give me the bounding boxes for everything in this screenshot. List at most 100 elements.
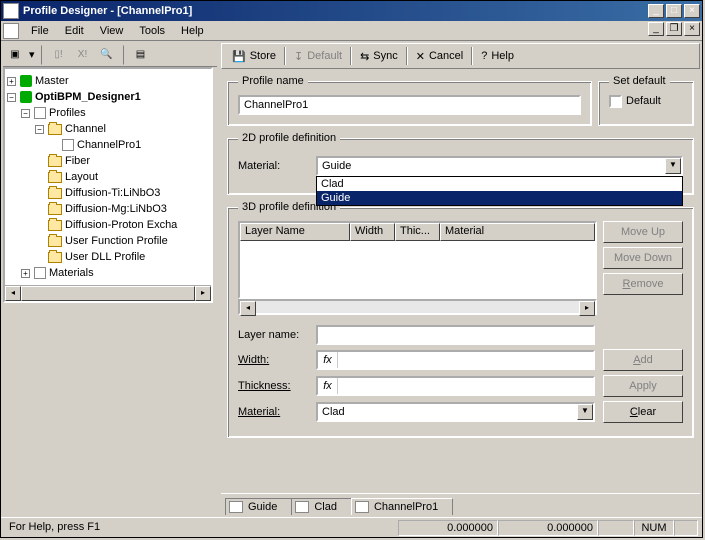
status-num: NUM: [634, 520, 674, 536]
mdi-close-button[interactable]: ×: [684, 22, 700, 36]
tab-clad[interactable]: Clad: [291, 498, 352, 515]
material-value: Guide: [322, 160, 351, 172]
set-default-group: Set default Default: [598, 75, 694, 126]
mdi-restore-button[interactable]: ❐: [666, 22, 682, 36]
folder-icon: [48, 252, 62, 263]
default-checkbox-label[interactable]: Default: [609, 95, 661, 107]
tree-udll[interactable]: User DLL Profile: [65, 251, 145, 263]
sync-button[interactable]: ⇆Sync: [354, 48, 404, 65]
material-label: Material:: [238, 160, 308, 172]
default-button[interactable]: ↧Default: [288, 48, 348, 65]
expander-icon[interactable]: +: [21, 269, 30, 278]
scroll-left-icon[interactable]: ◂: [5, 286, 21, 301]
default-icon: ↧: [294, 50, 303, 63]
material2-combo[interactable]: Clad ▼: [316, 402, 595, 422]
doc-icon: [3, 23, 19, 39]
material-option-clad[interactable]: Clad: [317, 177, 682, 191]
width-label: Width:: [238, 354, 308, 366]
tab-guide[interactable]: Guide: [225, 498, 292, 515]
profile-name-input[interactable]: [238, 95, 581, 115]
help-button[interactable]: ?Help: [475, 48, 520, 64]
expander-icon[interactable]: −: [7, 93, 16, 102]
statusbar: For Help, press F1 0.000000 0.000000 NUM: [1, 517, 702, 537]
col-material[interactable]: Material: [440, 223, 595, 241]
col-thickness[interactable]: Thic...: [395, 223, 440, 241]
layer-name-label: Layer name:: [238, 329, 308, 341]
tree-master[interactable]: Master: [35, 75, 69, 87]
tree-designer[interactable]: OptiBPM_Designer1: [35, 91, 141, 103]
material-dropdown[interactable]: Clad Guide: [316, 176, 683, 206]
clear-button[interactable]: Clear: [603, 401, 683, 423]
materials-icon: [34, 267, 46, 279]
col-layer-name[interactable]: Layer Name: [240, 223, 350, 241]
material-option-guide[interactable]: Guide: [317, 191, 682, 205]
expander-icon[interactable]: −: [21, 109, 30, 118]
tab-icon: [355, 501, 369, 513]
tree-channelpro1[interactable]: ChannelPro1: [77, 139, 141, 151]
profile-icon: [62, 139, 74, 151]
tree-new-icon[interactable]: ▣: [5, 45, 25, 65]
chevron-down-icon[interactable]: ▼: [665, 158, 681, 174]
window-title: Profile Designer - [ChannelPro1]: [23, 5, 646, 17]
default-checkbox[interactable]: [609, 95, 622, 108]
scroll-right-icon[interactable]: ▸: [195, 286, 211, 301]
tree[interactable]: +Master −OptiBPM_Designer1 −Profiles −Ch…: [5, 69, 211, 285]
thickness-input[interactable]: [338, 378, 593, 394]
layer-name-input[interactable]: [316, 325, 595, 345]
tree-materials[interactable]: Materials: [49, 267, 94, 279]
apply-button[interactable]: Apply: [603, 375, 683, 397]
expander-icon[interactable]: +: [7, 77, 16, 86]
tree-img1-icon[interactable]: ▯!: [49, 45, 69, 65]
store-button[interactable]: 💾Store: [226, 48, 282, 65]
cancel-button[interactable]: ✕Cancel: [410, 48, 469, 65]
move-down-button[interactable]: Move Down: [603, 247, 683, 269]
status-help: For Help, press F1: [5, 520, 398, 536]
tree-channel[interactable]: Channel: [65, 123, 106, 135]
sync-icon: ⇆: [360, 50, 369, 63]
layer-list[interactable]: Layer Name Width Thic... Material: [238, 221, 597, 299]
profiles-icon: [34, 107, 46, 119]
db-icon: [20, 75, 32, 87]
expander-icon[interactable]: −: [35, 125, 44, 134]
move-up-button[interactable]: Move Up: [603, 221, 683, 243]
tree-diff-pe[interactable]: Diffusion-Proton Excha: [65, 219, 177, 231]
remove-button[interactable]: Remove: [603, 273, 683, 295]
menu-help[interactable]: Help: [173, 23, 212, 39]
col-width[interactable]: Width: [350, 223, 395, 241]
menu-view[interactable]: View: [92, 23, 132, 39]
tree-fiber[interactable]: Fiber: [65, 155, 90, 167]
tree-diff-mg[interactable]: Diffusion-Mg:LiNbO3: [65, 203, 167, 215]
profile-name-group: Profile name: [227, 75, 592, 126]
list-hscroll[interactable]: ◂ ▸: [238, 299, 597, 315]
app-icon: [3, 3, 19, 19]
scroll-right-icon[interactable]: ▸: [579, 301, 595, 316]
add-button[interactable]: Add: [603, 349, 683, 371]
titlebar: Profile Designer - [ChannelPro1] _ □ ×: [1, 1, 702, 21]
width-input[interactable]: [338, 352, 593, 368]
folder-icon: [48, 156, 62, 167]
tab-icon: [295, 501, 309, 513]
tree-ufp[interactable]: User Function Profile: [65, 235, 168, 247]
close-button[interactable]: ×: [684, 4, 700, 18]
chevron-down-icon[interactable]: ▼: [577, 404, 593, 420]
2d-legend: 2D profile definition: [238, 132, 340, 144]
menu-file[interactable]: File: [23, 23, 57, 39]
menu-edit[interactable]: Edit: [57, 23, 92, 39]
folder-icon: [48, 124, 62, 135]
tree-hscroll[interactable]: ◂ ▸: [5, 285, 211, 301]
binoculars-icon[interactable]: 🔍: [97, 45, 117, 65]
tree-doc-icon[interactable]: ▤: [131, 45, 151, 65]
tree-layout[interactable]: Layout: [65, 171, 98, 183]
tabbar: Guide Clad ChannelPro1: [221, 493, 700, 515]
menu-tools[interactable]: Tools: [131, 23, 173, 39]
tree-img2-icon[interactable]: X!: [73, 45, 93, 65]
tab-channelpro1[interactable]: ChannelPro1: [351, 498, 453, 515]
material-combo[interactable]: Guide ▼ Clad Guide: [316, 156, 683, 176]
maximize-button[interactable]: □: [666, 4, 682, 18]
status-n1: 0.000000: [398, 520, 498, 536]
mdi-minimize-button[interactable]: _: [648, 22, 664, 36]
minimize-button[interactable]: _: [648, 4, 664, 18]
tree-profiles[interactable]: Profiles: [49, 107, 86, 119]
scroll-left-icon[interactable]: ◂: [240, 301, 256, 316]
tree-diff-ti[interactable]: Diffusion-Ti:LiNbO3: [65, 187, 160, 199]
